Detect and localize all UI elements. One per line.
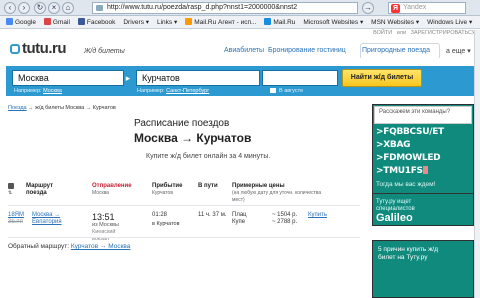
- yandex-icon: Я: [391, 4, 400, 13]
- page-scrollbar[interactable]: [474, 30, 480, 298]
- price-platz: ~ 1504 р.: [272, 212, 298, 218]
- bookmark-mailru-agent[interactable]: Mail.Ru Агент - исп...: [185, 16, 256, 28]
- site-logo[interactable]: tutu.ru: [10, 40, 66, 57]
- url-text: http://www.tutu.ru/poezda/rasp_d.php?nns…: [107, 4, 298, 11]
- nav-more-link[interactable]: а еще ▾: [446, 47, 471, 55]
- class-list: Плац Купе: [232, 212, 247, 226]
- departure-note: из Москвы Киевский вокзал: [92, 222, 119, 242]
- bookmark-msn[interactable]: MSN Websites ▾: [371, 16, 419, 28]
- return-route: Обратный маршрут: Курчатов → Москва: [8, 243, 131, 250]
- bookmarks-bar: Google Gmail Facebook Drivers ▾ Links ▾ …: [0, 16, 480, 29]
- from-hint: Например: Москва: [14, 88, 62, 94]
- ad-divider: [372, 193, 474, 194]
- swap-icon[interactable]: ▸: [123, 72, 133, 84]
- find-tickets-button[interactable]: Найти ж/д билеты: [342, 69, 422, 87]
- galileo-logo: Galileo: [376, 212, 413, 224]
- bookmark-mailru[interactable]: Mail.Ru: [264, 16, 295, 28]
- address-bar[interactable]: http://www.tutu.ru/poezda/rasp_d.php?nns…: [92, 2, 358, 14]
- to-hint-link[interactable]: Санкт-Петербург: [166, 88, 209, 94]
- forward-icon[interactable]: ›: [18, 2, 30, 14]
- or-text: или: [396, 30, 407, 36]
- bookmark-microsoft[interactable]: Microsoft Websites ▾: [303, 16, 363, 28]
- stop-icon[interactable]: ×: [48, 2, 60, 14]
- buy-link[interactable]: Купить: [308, 212, 327, 219]
- header-duration[interactable]: В пути: [198, 183, 218, 190]
- reload-icon[interactable]: ↻: [34, 2, 46, 14]
- price-kupe: ~ 2788 р.: [272, 219, 298, 225]
- logo-icon: [10, 44, 20, 54]
- back-icon[interactable]: ‹: [4, 2, 16, 14]
- bookmark-windows-live[interactable]: Windows Live ▾: [427, 16, 472, 28]
- breadcrumb: Поезда → ж/д билеты Москва → Курчатов: [8, 105, 116, 111]
- ad-command-2: >XBAG: [376, 140, 411, 150]
- arrival-time: 01:28: [152, 212, 168, 218]
- price-list: ~ 1504 р. ~ 2788 р.: [272, 212, 297, 226]
- section-divider: [8, 237, 360, 238]
- breadcrumb-trains-link[interactable]: Поезда: [8, 105, 27, 111]
- ad-text: Туту.ру ищет специалистов: [376, 199, 415, 212]
- header-departure[interactable]: Отправление Москва: [92, 183, 132, 197]
- route-title: Москва → Курчатов: [134, 131, 252, 145]
- from-input[interactable]: Москва: [12, 70, 124, 86]
- logo-subtitle: Ж/д билеты: [84, 48, 125, 55]
- site-icon: [96, 5, 103, 11]
- nav-air-tickets[interactable]: Авиабилеты: [224, 47, 264, 54]
- facebook-icon: [77, 18, 85, 25]
- search-panel: Москва ▸ Курчатов Найти ж/д билеты Напри…: [6, 66, 480, 96]
- sort-icon[interactable]: ⇅: [8, 190, 12, 196]
- bookmark-links[interactable]: Links ▾: [157, 16, 177, 28]
- register-link[interactable]: ЗАРЕГИСТРИРОВАТЬСЯ: [411, 30, 476, 36]
- mail-icon: [264, 18, 272, 25]
- go-icon[interactable]: →: [362, 2, 374, 14]
- departure-time: 13:51: [92, 212, 115, 222]
- browser-search-placeholder: Yandex: [403, 4, 427, 11]
- page-title: Расписание поездов: [134, 118, 230, 129]
- browser-search-input[interactable]: Я Yandex: [388, 2, 466, 14]
- ad-command-3: >FDMOWLED: [376, 153, 441, 163]
- bookmark-google[interactable]: Google: [6, 16, 36, 28]
- arrival-note: в Курчатов: [152, 221, 180, 227]
- train-number[interactable]: 18ЯМ 3b.пп: [8, 212, 24, 226]
- class-platz: Плац: [232, 212, 247, 218]
- train-icon: [8, 183, 14, 189]
- return-route-link[interactable]: Курчатов → Москва: [71, 243, 131, 250]
- to-hint: Например: Санкт-Петербург: [137, 88, 210, 94]
- bookmark-gmail[interactable]: Gmail: [43, 16, 70, 28]
- ad-header: Расскажем эти команды?: [374, 106, 472, 124]
- login-link[interactable]: ВОЙТИ: [373, 30, 392, 36]
- date-hint: В августе: [279, 88, 304, 94]
- bookmark-facebook[interactable]: Facebook: [77, 16, 115, 28]
- browser-toolbar: ‹ › ↻ × ⌂ http://www.tutu.ru/poezda/rasp…: [0, 0, 480, 16]
- five-reasons-text: 5 причин купить ж/д билет на Туту.ру: [378, 246, 439, 261]
- page-subtitle: Купите ж/д билет онлайн за 4 минуты.: [146, 153, 271, 160]
- nav-hotels[interactable]: Бронирование гостиниц: [268, 47, 346, 54]
- bookmark-drivers[interactable]: Drivers ▾: [123, 16, 149, 28]
- to-input[interactable]: Курчатов: [136, 70, 260, 86]
- row-divider: [8, 205, 360, 206]
- ad-welcome: Тогда мы вас ждем!: [376, 181, 436, 188]
- header-train[interactable]: Маршрут поезда: [26, 183, 66, 197]
- date-input[interactable]: [262, 70, 338, 86]
- class-kupe: Купе: [232, 219, 246, 225]
- gmail-icon: [43, 18, 51, 25]
- home-icon[interactable]: ⌂: [62, 2, 74, 14]
- login-links: ВОЙТИ или ЗАРЕГИСТРИРОВАТЬСЯ: [256, 30, 476, 36]
- breadcrumb-rest: → ж/д билеты Москва → Курчатов: [28, 105, 116, 111]
- header-prices: Примерные цены (на любую дату для уточн.…: [232, 183, 322, 203]
- ad-command-1: >FQBBCSU/ET: [376, 127, 444, 137]
- mailru-icon: [185, 18, 193, 25]
- google-icon: [6, 18, 13, 25]
- header-arrival[interactable]: Прибытие Курчатов: [152, 183, 182, 197]
- cursor-icon: [422, 166, 428, 174]
- from-hint-link[interactable]: Москва: [43, 88, 62, 94]
- ad-command-4: >TMU1FS: [376, 166, 428, 176]
- nav-suburban-trains[interactable]: Пригородные поезда: [362, 47, 430, 54]
- calendar-icon[interactable]: [270, 88, 276, 93]
- duration-value: 11 ч. 37 м.: [198, 212, 227, 218]
- route-link[interactable]: Москва → Евпатория: [32, 212, 62, 226]
